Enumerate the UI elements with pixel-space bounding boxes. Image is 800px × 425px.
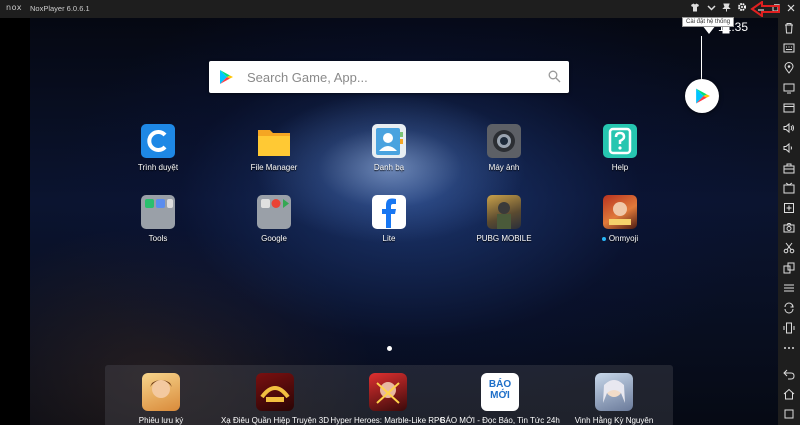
play-store-icon bbox=[696, 88, 710, 104]
dock-app-label: Vinh Hằng Kỳ Nguyên bbox=[574, 416, 654, 425]
app-pubg[interactable]: PUBG MOBILE bbox=[464, 195, 544, 243]
title-bar: nox NoxPlayer 6.0.6.1 bbox=[0, 0, 800, 18]
stack-icon[interactable] bbox=[783, 282, 795, 294]
dock-app-label: Xạ Điêu Quần Hiệp Truyện 3D bbox=[220, 416, 330, 425]
keyboard-icon[interactable] bbox=[783, 42, 795, 54]
gear-icon[interactable] bbox=[735, 2, 749, 16]
game-icon bbox=[256, 373, 294, 411]
shake-icon[interactable] bbox=[783, 322, 795, 334]
game-icon bbox=[595, 373, 633, 411]
highlight-arrow-icon bbox=[750, 1, 780, 17]
dock-app-label: BÁO MỚI - Đọc Báo, Tin Tức 24h bbox=[440, 416, 560, 425]
sync-icon[interactable] bbox=[783, 302, 795, 314]
volume-up-icon[interactable] bbox=[783, 122, 795, 134]
pubg-icon bbox=[487, 195, 521, 229]
app-label: File Manager bbox=[250, 163, 298, 172]
window-title: NoxPlayer 6.0.6.1 bbox=[30, 4, 90, 13]
back-icon[interactable] bbox=[783, 368, 795, 380]
news-icon: BÁO MỚI bbox=[481, 373, 519, 411]
app-browser[interactable]: Trình duyệt bbox=[118, 124, 198, 172]
play-store-button[interactable] bbox=[685, 79, 719, 113]
camera-shot-icon[interactable] bbox=[783, 222, 795, 234]
app-tools[interactable]: Tools bbox=[118, 195, 198, 243]
play-store-icon bbox=[220, 70, 233, 84]
add-icon[interactable] bbox=[783, 202, 795, 214]
dock-app-4[interactable]: BÁO MỚI BÁO MỚI - Đọc Báo, Tin Tức 24h bbox=[440, 373, 560, 425]
contacts-icon bbox=[372, 124, 406, 158]
scissors-icon[interactable] bbox=[783, 242, 795, 254]
nox-logo: nox bbox=[6, 3, 22, 12]
multi-instance-icon[interactable] bbox=[783, 262, 795, 274]
dock-app-5[interactable]: Vinh Hằng Kỳ Nguyên bbox=[554, 373, 674, 425]
app-label: Trình duyệt bbox=[137, 163, 179, 172]
app-label: PUBG MOBILE bbox=[476, 234, 532, 243]
search-icon[interactable] bbox=[548, 70, 561, 83]
help-icon bbox=[603, 124, 637, 158]
shirt-icon[interactable] bbox=[688, 2, 702, 16]
volume-down-icon[interactable] bbox=[783, 142, 795, 154]
search-placeholder: Search Game, App... bbox=[247, 70, 368, 85]
app-help[interactable]: Help bbox=[580, 124, 660, 172]
toolbox-icon[interactable] bbox=[783, 162, 795, 174]
folder-icon bbox=[257, 124, 291, 158]
camera-icon bbox=[487, 124, 521, 158]
new-app-dot-icon bbox=[601, 236, 606, 241]
app-label: Onmyoji bbox=[580, 234, 660, 243]
app-label: Danh bạ bbox=[373, 163, 405, 172]
close-icon[interactable] bbox=[784, 2, 798, 16]
facebook-icon bbox=[372, 195, 406, 229]
news-icon-text: BÁO MỚI bbox=[488, 379, 512, 401]
app-label: Help bbox=[611, 163, 629, 172]
chevron-down-icon[interactable] bbox=[704, 2, 718, 16]
home-icon[interactable] bbox=[783, 388, 795, 400]
app-label: Lite bbox=[382, 234, 396, 243]
app-label: Tools bbox=[148, 234, 168, 243]
search-bar[interactable]: Search Game, App... bbox=[209, 61, 569, 93]
tools-folder-icon bbox=[141, 195, 175, 229]
screen-icon[interactable] bbox=[783, 82, 795, 94]
game-icon bbox=[142, 373, 180, 411]
dock-app-label: Hyper Heroes: Marble-Like RPG bbox=[330, 416, 446, 425]
app-label-text: Onmyoji bbox=[608, 234, 639, 243]
right-toolbar bbox=[778, 18, 800, 425]
dock-app-3[interactable]: Hyper Heroes: Marble-Like RPG bbox=[328, 373, 448, 425]
location-icon[interactable] bbox=[783, 62, 795, 74]
google-folder-icon bbox=[257, 195, 291, 229]
more-icon[interactable] bbox=[783, 342, 795, 354]
app-label: Google bbox=[261, 234, 287, 243]
record-icon[interactable] bbox=[783, 182, 795, 194]
app-google-folder[interactable]: Google bbox=[234, 195, 314, 243]
app-file-manager[interactable]: File Manager bbox=[234, 124, 314, 172]
app-onmyoji[interactable]: Onmyoji bbox=[580, 195, 660, 243]
dock-app-1[interactable]: Phiêu lưu ký bbox=[101, 373, 221, 425]
app-camera[interactable]: Máy ảnh bbox=[464, 124, 544, 172]
app-label: Máy ảnh bbox=[488, 163, 520, 172]
app-contacts[interactable]: Danh bạ bbox=[349, 124, 429, 172]
recent-icon[interactable] bbox=[783, 408, 795, 420]
dock-app-2[interactable]: Xạ Điêu Quần Hiệp Truyện 3D bbox=[215, 373, 335, 425]
app-facebook-lite[interactable]: Lite bbox=[349, 195, 429, 243]
settings-tooltip: Cài đặt hệ thống bbox=[682, 17, 735, 27]
page-indicator bbox=[387, 346, 392, 351]
trash-icon[interactable] bbox=[783, 22, 795, 34]
game-icon bbox=[369, 373, 407, 411]
android-screen: 12:35 Search Game, App... Trình duyệt Fi… bbox=[30, 18, 778, 425]
apk-icon[interactable] bbox=[783, 102, 795, 114]
dock: Phiêu lưu ký Xạ Điêu Quần Hiệp Truyện 3D… bbox=[105, 365, 673, 425]
browser-icon bbox=[141, 124, 175, 158]
onmyoji-icon bbox=[603, 195, 637, 229]
fab-connector bbox=[701, 36, 702, 80]
pin-icon[interactable] bbox=[719, 2, 733, 16]
dock-app-label: Phiêu lưu ký bbox=[138, 416, 184, 425]
